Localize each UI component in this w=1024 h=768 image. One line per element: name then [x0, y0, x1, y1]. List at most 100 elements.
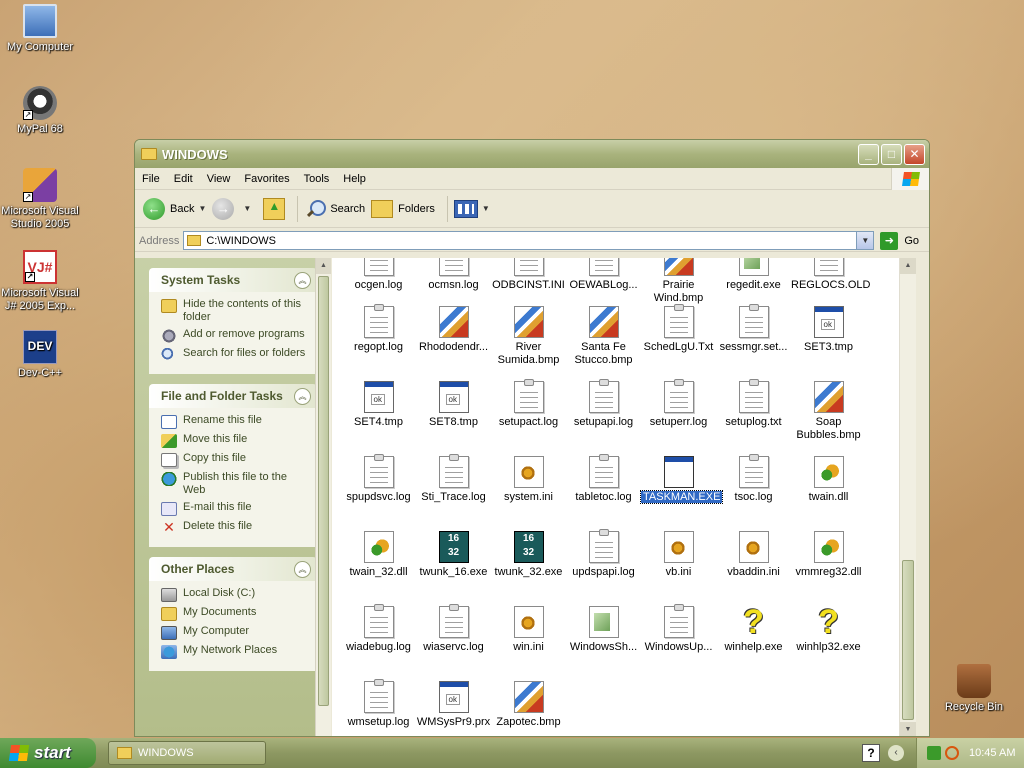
file-item[interactable]: Prairie Wind.bmp	[641, 258, 716, 305]
taskbar-button-windows[interactable]: WINDOWS	[108, 741, 266, 765]
task-pane-scrollbar[interactable]: ▲	[315, 258, 331, 736]
file-item[interactable]: 16 32 twunk_16.exe	[416, 531, 491, 579]
task-move-file[interactable]: Move this file	[161, 433, 311, 448]
search-button[interactable]: Search	[304, 198, 365, 220]
chevron-left-icon[interactable]: ‹	[888, 745, 904, 761]
file-item[interactable]: River Sumida.bmp	[491, 306, 566, 367]
file-item[interactable]: WindowsSh...	[566, 606, 641, 654]
collapse-icon[interactable]: ︽	[294, 387, 311, 405]
menu-help[interactable]: Help	[336, 173, 373, 185]
title-bar[interactable]: WINDOWS _ □ ✕	[135, 140, 929, 168]
minimize-button[interactable]: _	[858, 143, 879, 165]
up-folder-icon[interactable]	[263, 197, 286, 220]
other-places-header[interactable]: Other Places ︽	[149, 557, 317, 581]
file-item[interactable]: updspapi.log	[566, 529, 641, 579]
file-item[interactable]: sessmgr.set...	[716, 304, 791, 354]
close-button[interactable]: ✕	[904, 143, 925, 165]
file-item[interactable]: SET4.tmp	[341, 381, 416, 429]
chevron-down-icon[interactable]: ▼	[856, 232, 874, 249]
file-item[interactable]: ocmsn.log	[416, 258, 491, 292]
forward-button[interactable]: → ▼	[212, 197, 251, 220]
file-item[interactable]: regedit.exe	[716, 258, 791, 292]
file-item[interactable]: wiadebug.log	[341, 604, 416, 654]
task-rename-file[interactable]: Rename this file	[161, 414, 311, 429]
desktop-icon-recycle-bin[interactable]: Recycle Bin	[934, 664, 1014, 714]
file-item[interactable]: Sti_Trace.log	[416, 454, 491, 504]
system-tasks-header[interactable]: System Tasks ︽	[149, 268, 317, 292]
file-item[interactable]: SET3.tmp	[791, 306, 866, 354]
collapse-icon[interactable]: ︽	[294, 560, 311, 578]
file-item[interactable]: WindowsUp...	[641, 604, 716, 654]
place-my-documents[interactable]: My Documents	[161, 606, 311, 621]
views-button[interactable]: ▼	[453, 199, 490, 218]
file-item[interactable]: vbaddin.ini	[716, 531, 791, 579]
file-item[interactable]: Zapotec.bmp	[491, 681, 566, 729]
task-delete-file[interactable]: ✕ Delete this file	[161, 520, 311, 535]
scroll-up-icon[interactable]: ▲	[316, 258, 331, 274]
file-item[interactable]: TASKMAN.EXE	[639, 456, 724, 504]
search-tray-icon[interactable]	[945, 746, 959, 760]
desktop-icon-visual-studio[interactable]: ↗ Microsoft Visual Studio 2005	[0, 168, 80, 231]
folders-button[interactable]: Folders	[371, 199, 435, 218]
back-button[interactable]: ← Back ▼	[143, 197, 206, 220]
start-button[interactable]: start	[0, 738, 96, 768]
file-item[interactable]: WMSysPr9.prx	[416, 681, 491, 729]
file-item[interactable]: system.ini	[491, 456, 566, 504]
scroll-down-icon[interactable]: ▼	[900, 722, 916, 736]
collapse-icon[interactable]: ︽	[294, 271, 311, 289]
place-my-network[interactable]: My Network Places	[161, 644, 311, 659]
file-item[interactable]: Rhododendr...	[416, 306, 491, 354]
network-tray-icon[interactable]	[927, 746, 941, 760]
task-publish-web[interactable]: Publish this file to the Web	[161, 471, 311, 497]
file-item[interactable]: wmsetup.log	[341, 679, 416, 729]
scroll-up-icon[interactable]: ▲	[900, 258, 916, 274]
scroll-thumb[interactable]	[902, 560, 914, 720]
chevron-down-icon[interactable]: ▼	[198, 204, 206, 213]
menu-edit[interactable]: Edit	[167, 173, 200, 185]
file-item[interactable]: vmmreg32.dll	[791, 531, 866, 579]
place-local-disk[interactable]: Local Disk (C:)	[161, 587, 311, 602]
file-item[interactable]: twain_32.dll	[341, 531, 416, 579]
maximize-button[interactable]: □	[881, 143, 902, 165]
file-item[interactable]: 16 32 twunk_32.exe	[491, 531, 566, 579]
task-add-remove-programs[interactable]: Add or remove programs	[161, 328, 311, 343]
file-item[interactable]: tabletoc.log	[566, 454, 641, 504]
file-item[interactable]: ? winhlp32.exe	[791, 605, 866, 654]
file-view-scrollbar[interactable]: ▲ ▼	[899, 258, 916, 736]
file-item[interactable]: tsoc.log	[716, 454, 791, 504]
file-item[interactable]: vb.ini	[641, 531, 716, 579]
file-item[interactable]: setuplog.txt	[716, 379, 791, 429]
file-item[interactable]: OEWABLog...	[566, 258, 641, 292]
menu-tools[interactable]: Tools	[297, 173, 337, 185]
file-item[interactable]: spupdsvc.log	[341, 454, 416, 504]
address-input[interactable]: C:\WINDOWS ▼	[183, 231, 875, 250]
file-folder-tasks-header[interactable]: File and Folder Tasks ︽	[149, 384, 317, 408]
file-item[interactable]: ocgen.log	[341, 258, 416, 292]
file-item[interactable]: twain.dll	[791, 456, 866, 504]
file-item[interactable]: setupact.log	[491, 379, 566, 429]
desktop-icon-visual-jsharp[interactable]: VJ# ↗ Microsoft Visual J# 2005 Exp...	[0, 250, 80, 313]
help-icon[interactable]: ?	[862, 744, 880, 762]
go-button[interactable]: ➜ Go	[880, 231, 919, 250]
clock[interactable]: 10:45 AM	[969, 747, 1015, 759]
desktop-icon-mypal[interactable]: ↗ MyPal 68	[0, 86, 80, 136]
scroll-thumb[interactable]	[318, 276, 329, 706]
place-my-computer[interactable]: My Computer	[161, 625, 311, 640]
file-item[interactable]: REGLOCS.OLD	[791, 258, 870, 292]
chevron-down-icon[interactable]: ▼	[243, 204, 251, 213]
file-item[interactable]: setupapi.log	[566, 379, 641, 429]
file-item[interactable]: SchedLgU.Txt	[641, 304, 716, 354]
file-item[interactable]: Soap Bubbles.bmp	[791, 381, 866, 442]
task-hide-folder-contents[interactable]: Hide the contents of this folder	[161, 298, 311, 324]
menu-favorites[interactable]: Favorites	[237, 173, 296, 185]
file-item[interactable]: setuperr.log	[641, 379, 716, 429]
file-item[interactable]: wiaservc.log	[416, 604, 491, 654]
file-item[interactable]: SET8.tmp	[416, 381, 491, 429]
desktop-icon-my-computer[interactable]: My Computer	[0, 4, 80, 54]
task-copy-file[interactable]: Copy this file	[161, 452, 311, 467]
file-item[interactable]: win.ini	[491, 606, 566, 654]
task-email-file[interactable]: E-mail this file	[161, 501, 311, 516]
file-item[interactable]: regopt.log	[341, 304, 416, 354]
desktop-icon-dev-cpp[interactable]: DEV Dev-C++	[0, 330, 80, 380]
task-search-files[interactable]: Search for files or folders	[161, 347, 311, 362]
